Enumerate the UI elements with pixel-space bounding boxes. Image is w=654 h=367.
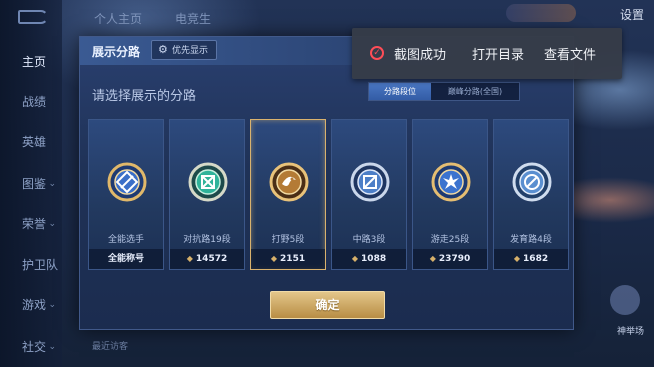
back-logo-icon[interactable] bbox=[18, 10, 48, 24]
chevron-down-icon: ⌄ bbox=[48, 260, 56, 270]
lane-card-footer: ◆ 2151 bbox=[251, 249, 325, 269]
sidebar-item-honor[interactable]: 荣誉 ⌄ bbox=[0, 214, 62, 234]
lane-card-label: 打野5段 bbox=[271, 235, 305, 245]
clash-lane-emblem-icon bbox=[188, 162, 228, 202]
all-round-emblem-icon bbox=[107, 162, 147, 202]
dialog-subtitle: 请选择展示的分路 bbox=[92, 89, 197, 104]
mid-lane-emblem-icon bbox=[350, 162, 390, 202]
right-widget-label: 神举场 bbox=[616, 327, 644, 337]
lane-card-footer: 全能称号 bbox=[89, 249, 163, 269]
sidebar-item-social[interactable]: 社交 ⌄ bbox=[0, 337, 62, 357]
screenshot-toast: ✓ 截图成功 打开目录 查看文件 bbox=[352, 28, 622, 79]
sidebar-item-label: 英雄 bbox=[22, 135, 47, 149]
lane-card-value: 23790 bbox=[438, 254, 471, 264]
tab-peak-lane-national[interactable]: 巅峰分路(全国) bbox=[431, 83, 519, 100]
lane-card-label: 对抗路19段 bbox=[183, 235, 231, 245]
chevron-down-icon: ⌄ bbox=[48, 179, 56, 189]
sidebar-item-record[interactable]: 战绩 bbox=[0, 92, 62, 112]
sidebar-item-label: 荣誉 bbox=[22, 217, 47, 231]
toast-message: 截图成功 bbox=[394, 48, 447, 63]
lane-card-footer: ◆ 23790 bbox=[413, 249, 487, 269]
settings-link[interactable]: 设置 bbox=[620, 6, 644, 23]
sidebar-item-home[interactable]: 主页 bbox=[0, 52, 62, 72]
diamond-points-icon: ◆ bbox=[270, 254, 278, 263]
chevron-down-icon: ⌄ bbox=[48, 300, 56, 310]
lane-card-label: 中路3段 bbox=[352, 235, 386, 245]
sidebar-item-heroes[interactable]: 英雄 bbox=[0, 132, 62, 152]
left-sidebar: 主页 战绩 英雄 图鉴 ⌄ 荣誉 ⌄ 护卫队 ⌄ 游戏 ⌄ 社交 ⌄ bbox=[0, 0, 62, 367]
tab-lane-rank[interactable]: 分路段位 bbox=[369, 83, 431, 100]
lane-card-footer: ◆ 1088 bbox=[332, 249, 406, 269]
lane-card-clash[interactable]: 对抗路19段 ◆ 14572 bbox=[169, 119, 245, 270]
lane-card-label: 游走25段 bbox=[430, 235, 470, 245]
sidebar-item-guard[interactable]: 护卫队 ⌄ bbox=[0, 255, 62, 275]
view-file-link[interactable]: 查看文件 bbox=[544, 44, 596, 63]
chevron-down-icon: ⌄ bbox=[48, 342, 56, 352]
lane-card-value: 2151 bbox=[280, 254, 306, 264]
sidebar-item-codex[interactable]: 图鉴 ⌄ bbox=[0, 174, 62, 194]
jungle-emblem-icon bbox=[269, 162, 309, 202]
diamond-points-icon: ◆ bbox=[351, 254, 359, 263]
tab-esports[interactable]: 电竞生 bbox=[175, 10, 211, 27]
diamond-points-icon: ◆ bbox=[513, 254, 521, 263]
lane-card-value: 全能称号 bbox=[107, 254, 144, 264]
lane-card-value: 1088 bbox=[361, 254, 387, 264]
priority-display-label: 优先显示 bbox=[172, 46, 209, 56]
confirm-button[interactable]: 确定 bbox=[270, 291, 385, 319]
sidebar-item-games[interactable]: 游戏 ⌄ bbox=[0, 295, 62, 315]
lane-card-value: 14572 bbox=[195, 254, 228, 264]
lane-card-footer: ◆ 1682 bbox=[494, 249, 568, 269]
screenshot-success-icon: ✓ bbox=[370, 46, 384, 60]
lane-card-label: 全能选手 bbox=[107, 235, 144, 245]
rank-type-toggle: 分路段位 巅峰分路(全国) bbox=[368, 82, 520, 101]
lane-card-roam[interactable]: 游走25段 ◆ 23790 bbox=[412, 119, 488, 270]
lane-card-label: 发育路4段 bbox=[510, 235, 552, 245]
lane-card-mid[interactable]: 中路3段 ◆ 1088 bbox=[331, 119, 407, 270]
lane-card-footer: ◆ 14572 bbox=[170, 249, 244, 269]
lane-card-jungle[interactable]: 打野5段 ◆ 2151 bbox=[250, 119, 326, 270]
lane-card-all-round[interactable]: 全能选手 全能称号 bbox=[88, 119, 164, 270]
gear-icon: ⚙ bbox=[158, 43, 168, 56]
sidebar-item-label: 战绩 bbox=[22, 95, 47, 109]
sidebar-item-label: 主页 bbox=[22, 55, 47, 69]
sidebar-item-label: 社交 bbox=[22, 340, 47, 354]
diamond-points-icon: ◆ bbox=[186, 254, 193, 263]
right-widget-icon[interactable] bbox=[610, 285, 640, 315]
lane-card-farm[interactable]: 发育路4段 ◆ 1682 bbox=[493, 119, 569, 270]
farm-lane-emblem-icon bbox=[512, 162, 552, 202]
open-folder-link[interactable]: 打开目录 bbox=[472, 44, 524, 63]
recent-visitors-label[interactable]: 最近访客 bbox=[92, 339, 128, 352]
priority-display-button[interactable]: ⚙ 优先显示 bbox=[151, 40, 218, 60]
diamond-points-icon: ◆ bbox=[429, 254, 436, 263]
lane-card-value: 1682 bbox=[523, 254, 549, 264]
top-banner bbox=[506, 4, 576, 22]
roam-emblem-icon bbox=[431, 162, 471, 202]
lane-display-dialog: 展示分路 ⚙ 优先显示 请选择展示的分路 分路段位 巅峰分路(全国) 全能选手 全… bbox=[79, 36, 575, 330]
dialog-title: 展示分路 bbox=[92, 45, 141, 59]
sidebar-item-label: 游戏 bbox=[22, 298, 47, 312]
tab-profile[interactable]: 个人主页 bbox=[94, 10, 142, 27]
sidebar-item-label: 图鉴 bbox=[22, 177, 47, 191]
chevron-down-icon: ⌄ bbox=[48, 219, 56, 229]
